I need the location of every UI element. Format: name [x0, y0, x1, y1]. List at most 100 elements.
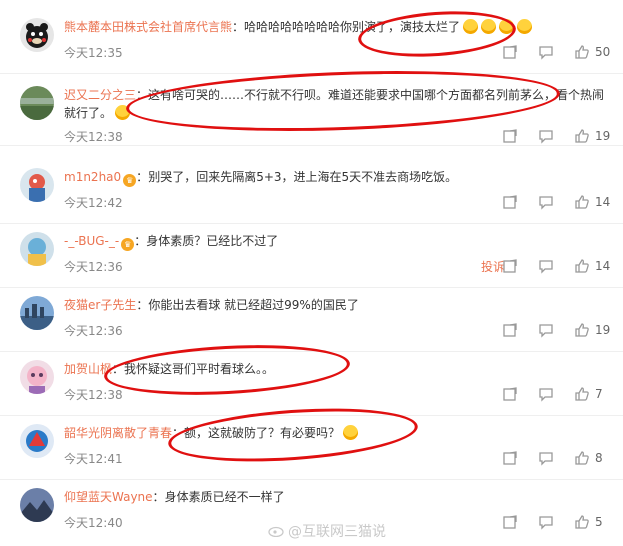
timestamp: 今天12:40: [64, 516, 123, 530]
avatar[interactable]: [20, 296, 54, 330]
like-count: 14: [595, 195, 611, 209]
comment-icon[interactable]: [538, 450, 554, 470]
colon: ：: [136, 88, 149, 102]
avatar[interactable]: [20, 232, 54, 266]
comment-body: m1n2ha0 ♛ ：别哭了，回来先隔离5+3，进上海在5天不准去商场吃饭。: [64, 168, 609, 187]
timestamp: 今天12:36: [64, 324, 123, 338]
like-count: 14: [595, 259, 611, 273]
thumbs-up-icon[interactable]: [574, 514, 590, 534]
comment-icon[interactable]: [538, 322, 554, 342]
comment-icon[interactable]: [538, 128, 554, 148]
comment-item: 夜猫er子先生：你能出去看球 就已经超过99%的国民了 今天12:36 19: [0, 288, 623, 352]
share-icon[interactable]: [502, 44, 518, 64]
member-badge-icon: ♛: [123, 174, 137, 187]
action-bar: 19: [443, 128, 623, 146]
avatar[interactable]: [20, 18, 54, 52]
like-count: 19: [595, 323, 611, 337]
username-link[interactable]: m1n2ha0: [64, 170, 121, 184]
action-bar: 5: [443, 514, 623, 532]
comment-body: 仰望蓝天Wayne：身体素质已经不一样了: [64, 488, 609, 506]
action-bar: 14: [443, 258, 623, 276]
username-link[interactable]: 夜猫er子先生: [64, 298, 136, 312]
share-icon[interactable]: [502, 194, 518, 214]
thumbs-up-icon[interactable]: [574, 44, 590, 64]
timestamp: 今天12:38: [64, 130, 123, 144]
thumbs-up-icon[interactable]: [574, 322, 590, 342]
username-link[interactable]: 仰望蓝天Wayne: [64, 490, 153, 504]
comment-icon[interactable]: [538, 386, 554, 406]
comment-item: -_-BUG-_- ♛ ：身体素质？已经比不过了 今天12:36 投诉 14: [0, 224, 623, 288]
comment-text: 身体素质？已经比不过了: [146, 234, 279, 248]
thumbs-up-icon[interactable]: [574, 258, 590, 278]
share-icon[interactable]: [502, 258, 518, 278]
comment-text: 你能出去看球 就已经超过99%的国民了: [148, 298, 359, 312]
comment-body: 迟又二分之三：这有啥可哭的……不行就不行呗。难道还能要求中国哪个方面都名列前茅么…: [64, 86, 609, 122]
share-icon[interactable]: [502, 450, 518, 470]
comment-text: 额，这就破防了？有必要吗？: [184, 426, 341, 440]
weibo-logo-icon: [268, 525, 284, 538]
comment-item: m1n2ha0 ♛ ：别哭了，回来先隔离5+3，进上海在5天不准去商场吃饭。 今天1…: [0, 160, 623, 224]
avatar[interactable]: [20, 86, 54, 120]
comment-icon[interactable]: [538, 44, 554, 64]
timestamp: 今天12:36: [64, 260, 123, 274]
like-count: 50: [595, 45, 611, 59]
thumbs-up-icon[interactable]: [574, 194, 590, 214]
thumbs-up-icon[interactable]: [574, 128, 590, 148]
timestamp: 今天12:35: [64, 46, 123, 60]
watermark: @互联网三猫说: [268, 521, 386, 541]
username-link[interactable]: 韶华光阴离散了青春: [64, 426, 172, 440]
like-count: 7: [595, 387, 603, 401]
action-bar: 14: [443, 194, 623, 212]
comment-body: 熊本麓本田株式会社首席代言熊：哈哈哈哈哈哈哈哈你别演了，演技太烂了: [64, 18, 609, 36]
comment-item: 迟又二分之三：这有啥可哭的……不行就不行呗。难道还能要求中国哪个方面都名列前茅么…: [0, 74, 623, 146]
timestamp: 今天12:41: [64, 452, 123, 466]
username-link[interactable]: 熊本麓本田株式会社首席代言熊: [64, 20, 232, 34]
like-count: 8: [595, 451, 603, 465]
action-bar: 50: [443, 44, 623, 62]
thumbs-up-icon[interactable]: [574, 450, 590, 470]
action-bar: 8: [443, 450, 623, 468]
timestamp: 今天12:42: [64, 196, 123, 210]
username-link[interactable]: -_-BUG-_-: [64, 234, 119, 248]
action-bar: 7: [443, 386, 623, 404]
comment-icon[interactable]: [538, 514, 554, 534]
watermark-text: @互联网三猫说: [288, 524, 386, 540]
comment-icon[interactable]: [538, 194, 554, 214]
colon: ：: [172, 426, 185, 440]
smirk-emoji-icon: [343, 425, 359, 440]
share-icon[interactable]: [502, 514, 518, 534]
comment-text: 我怀疑这哥们平时看球么。。: [124, 362, 275, 376]
comment-item: 韶华光阴离散了青春：额，这就破防了？有必要吗？ 今天12:41 8: [0, 416, 623, 480]
thinking-emoji-icon: [115, 105, 131, 120]
comment-body: 韶华光阴离散了青春：额，这就破防了？有必要吗？: [64, 424, 609, 442]
share-icon[interactable]: [502, 128, 518, 148]
avatar[interactable]: [20, 424, 54, 458]
like-count: 5: [595, 515, 603, 529]
username-link[interactable]: 迟又二分之三: [64, 88, 136, 102]
timestamp: 今天12:38: [64, 388, 123, 402]
like-count: 19: [595, 129, 611, 143]
comment-body: -_-BUG-_- ♛ ：身体素质？已经比不过了: [64, 232, 609, 251]
laughing-emoji-icon: [499, 19, 515, 34]
laughing-emoji-icon: [481, 19, 497, 34]
comment-icon[interactable]: [538, 258, 554, 278]
colon: ：: [136, 170, 149, 184]
colon: ：: [134, 234, 147, 248]
username-link[interactable]: 加贺山枫: [64, 362, 112, 376]
laughing-emoji-icon: [517, 19, 533, 34]
avatar[interactable]: [20, 168, 54, 202]
comment-item: 加贺山枫：我怀疑这哥们平时看球么。。 今天12:38 7: [0, 352, 623, 416]
share-icon[interactable]: [502, 322, 518, 342]
comment-text: 哈哈哈哈哈哈哈哈你别演了，演技太烂了: [244, 20, 461, 34]
thumbs-up-icon[interactable]: [574, 386, 590, 406]
comment-text: 别哭了，回来先隔离5+3，进上海在5天不准去商场吃饭。: [148, 170, 458, 184]
comment-text: 身体素质已经不一样了: [164, 490, 285, 504]
avatar[interactable]: [20, 488, 54, 522]
colon: ：: [232, 20, 245, 34]
comment-item: 熊本麓本田株式会社首席代言熊：哈哈哈哈哈哈哈哈你别演了，演技太烂了 今天12:3…: [0, 10, 623, 74]
colon: ：: [152, 490, 165, 504]
share-icon[interactable]: [502, 386, 518, 406]
colon: ：: [136, 298, 149, 312]
laughing-emoji-icon: [463, 19, 479, 34]
avatar[interactable]: [20, 360, 54, 394]
